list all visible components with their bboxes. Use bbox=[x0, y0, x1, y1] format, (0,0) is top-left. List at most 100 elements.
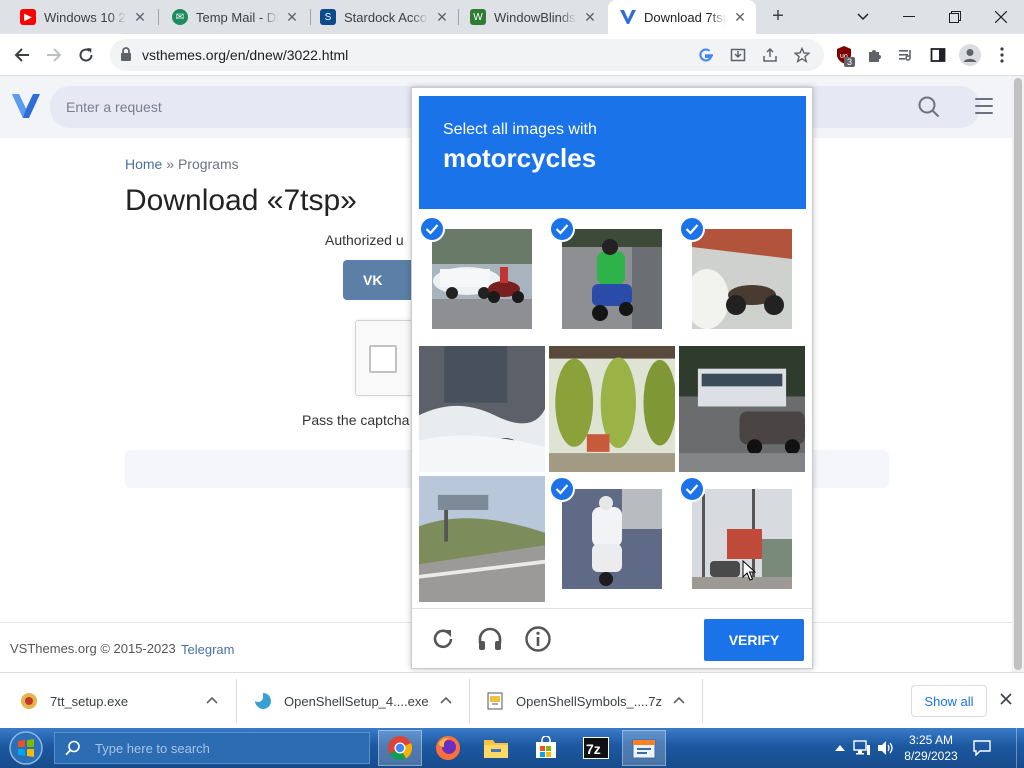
captcha-tile-9[interactable] bbox=[679, 476, 805, 602]
svg-text:7z: 7z bbox=[586, 741, 601, 757]
tab-title: Windows 10 22H2 bbox=[44, 9, 126, 25]
verify-button[interactable]: VERIFY bbox=[704, 619, 804, 661]
close-window-button[interactable] bbox=[978, 0, 1024, 34]
bookmark-star-icon[interactable] bbox=[792, 45, 812, 65]
show-all-button[interactable]: Show all bbox=[911, 685, 987, 717]
download-separator bbox=[469, 679, 470, 723]
windowblinds-icon: W bbox=[470, 9, 486, 25]
close-icon[interactable] bbox=[996, 691, 1016, 711]
notification-icon[interactable] bbox=[972, 738, 992, 758]
close-icon[interactable]: ✕ bbox=[732, 9, 748, 25]
tile-image bbox=[562, 229, 662, 329]
close-icon[interactable]: ✕ bbox=[132, 9, 148, 25]
headphones-icon[interactable] bbox=[476, 625, 504, 653]
captcha-tile-8[interactable] bbox=[549, 476, 675, 602]
lock-icon[interactable] bbox=[120, 47, 132, 66]
network-icon[interactable] bbox=[852, 738, 872, 758]
download-item-2[interactable]: OpenShellSetup_4....exe bbox=[254, 679, 444, 723]
taskbar-windowblinds[interactable] bbox=[622, 730, 666, 766]
new-tab-button[interactable]: + bbox=[766, 5, 790, 29]
profile-avatar-icon[interactable] bbox=[956, 41, 984, 69]
vsthemes-logo-icon[interactable] bbox=[12, 94, 40, 123]
archive-icon bbox=[487, 692, 503, 710]
breadcrumb-home-link[interactable]: Home bbox=[125, 156, 162, 172]
check-icon bbox=[549, 216, 575, 242]
tab-temp-mail[interactable]: ✉ Temp Mail - Disposable ✕ bbox=[160, 0, 308, 34]
restore-button[interactable] bbox=[932, 0, 978, 34]
hamburger-menu-icon[interactable] bbox=[975, 98, 993, 119]
tab-windowblinds[interactable]: W WindowBlinds - Customize ✕ bbox=[458, 0, 606, 34]
breadcrumb-programs-link[interactable]: Programs bbox=[178, 156, 239, 172]
ublock-extension-icon[interactable]: uo 3 bbox=[830, 41, 858, 69]
breadcrumb: Home » Programs bbox=[125, 156, 239, 172]
close-icon[interactable]: ✕ bbox=[284, 9, 300, 25]
tile-image bbox=[419, 346, 545, 472]
taskbar-firefox[interactable] bbox=[426, 730, 470, 766]
minimize-button[interactable] bbox=[886, 0, 932, 34]
captcha-tile-1[interactable] bbox=[419, 216, 545, 342]
volume-icon[interactable] bbox=[876, 738, 896, 758]
taskbar-search-input[interactable]: Type here to search bbox=[54, 732, 370, 764]
chevron-up-icon[interactable] bbox=[205, 693, 219, 707]
forward-button[interactable] bbox=[40, 41, 68, 69]
windows-logo-icon bbox=[9, 731, 43, 765]
close-icon[interactable]: ✕ bbox=[582, 9, 598, 25]
extensions-puzzle-icon[interactable] bbox=[860, 41, 888, 69]
captcha-tile-2[interactable] bbox=[549, 216, 675, 342]
tab-title: Download 7tsp bbox=[644, 9, 726, 25]
taskbar-chrome[interactable] bbox=[378, 730, 422, 766]
scrollbar-thumb[interactable] bbox=[1014, 78, 1022, 670]
info-icon[interactable] bbox=[524, 625, 552, 653]
tab-stardock[interactable]: S Stardock Account ✕ bbox=[308, 0, 458, 34]
captcha-tile-7[interactable] bbox=[419, 476, 545, 602]
tab-search-chevron-icon[interactable] bbox=[840, 0, 886, 34]
media-control-icon[interactable] bbox=[892, 41, 920, 69]
taskbar-file-explorer[interactable] bbox=[474, 730, 518, 766]
tab-strip: ▶ Windows 10 22H2 ✕ ✉ Temp Mail - Dispos… bbox=[0, 0, 1024, 34]
download-item-1[interactable]: 7tt_setup.exe bbox=[20, 679, 230, 723]
windowblinds-icon bbox=[632, 739, 656, 759]
check-icon bbox=[679, 476, 705, 502]
download-name: 7tt_setup.exe bbox=[50, 693, 129, 709]
show-desktop-button[interactable] bbox=[1016, 728, 1024, 768]
page-scrollbar[interactable] bbox=[1012, 76, 1024, 672]
reload-icon[interactable] bbox=[429, 625, 457, 653]
start-button[interactable] bbox=[4, 729, 48, 767]
search-icon bbox=[65, 740, 80, 756]
chevron-up-icon[interactable] bbox=[439, 693, 453, 707]
google-icon[interactable] bbox=[696, 45, 716, 65]
pass-captcha-text: Pass the captcha bbox=[302, 412, 410, 428]
back-button[interactable] bbox=[8, 41, 36, 69]
tab-download-7tsp[interactable]: Download 7tsp ✕ bbox=[608, 0, 756, 34]
close-icon[interactable]: ✕ bbox=[434, 9, 450, 25]
challenge-footer: VERIFY bbox=[412, 608, 812, 668]
captcha-tile-3[interactable] bbox=[679, 216, 805, 342]
store-icon bbox=[536, 736, 556, 758]
clock-time: 3:25 AM bbox=[908, 733, 954, 747]
side-panel-icon[interactable] bbox=[924, 41, 952, 69]
download-name: OpenShellSetup_4....exe bbox=[284, 693, 429, 709]
reload-button[interactable] bbox=[72, 41, 100, 69]
taskbar-store[interactable] bbox=[524, 730, 568, 766]
footer-telegram-link[interactable]: Telegram bbox=[181, 642, 234, 657]
share-icon[interactable] bbox=[760, 45, 780, 65]
menu-kebab-icon[interactable] bbox=[988, 41, 1016, 69]
tile-image bbox=[692, 229, 792, 329]
chevron-up-icon[interactable] bbox=[672, 693, 686, 707]
taskbar-7zip[interactable]: 7z bbox=[574, 730, 618, 766]
captcha-tile-5[interactable] bbox=[549, 346, 675, 472]
search-icon[interactable] bbox=[918, 96, 940, 123]
captcha-tile-6[interactable] bbox=[679, 346, 805, 472]
challenge-header: Select all images with motorcycles bbox=[419, 96, 806, 209]
tab-youtube[interactable]: ▶ Windows 10 22H2 ✕ bbox=[8, 0, 156, 34]
tile-image bbox=[562, 489, 662, 589]
tab-separator bbox=[158, 9, 159, 25]
taskbar-clock[interactable]: 3:25 AM 8/29/2023 bbox=[896, 732, 966, 764]
download-item-3[interactable]: OpenShellSymbols_....7z bbox=[486, 679, 676, 723]
recaptcha-checkbox[interactable] bbox=[369, 345, 397, 373]
tray-chevron-up-icon[interactable] bbox=[830, 738, 850, 758]
install-app-icon[interactable] bbox=[728, 45, 748, 65]
mouse-cursor-icon bbox=[742, 560, 756, 581]
address-bar[interactable]: vsthemes.org/en/dnew/3022.html bbox=[110, 39, 824, 71]
captcha-tile-4[interactable] bbox=[419, 346, 545, 472]
